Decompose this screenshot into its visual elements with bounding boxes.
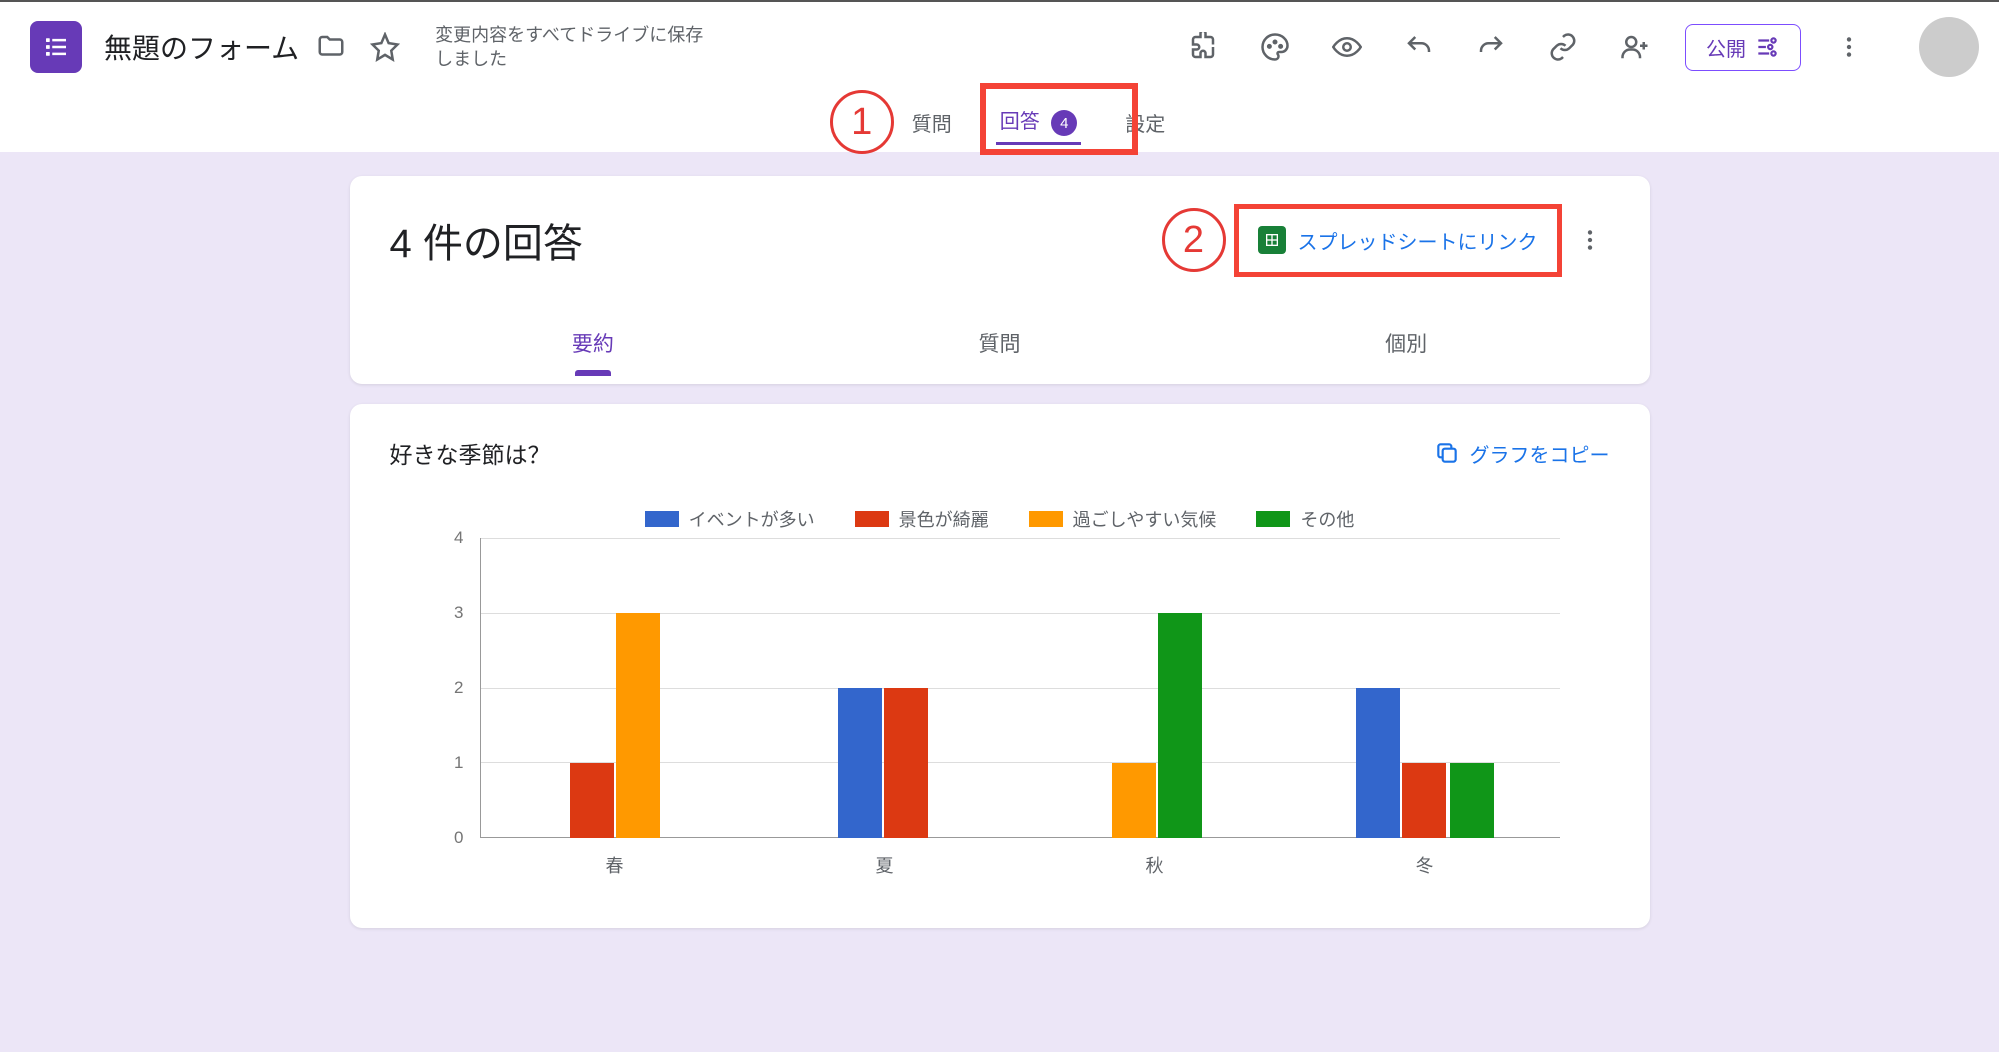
publish-button-label: 公開 [1706,33,1746,62]
annotation-one-circle: 1 [830,90,894,154]
chart-bar[interactable] [1112,763,1156,838]
header-more-icon[interactable] [1829,27,1869,67]
tab-responses[interactable]: 回答 4 [996,99,1082,146]
x-axis-label: 春 [480,844,750,878]
bar-group [1290,538,1560,838]
x-axis-label: 秋 [1020,844,1290,878]
google-forms-logo[interactable] [30,21,82,73]
bar-group [480,538,750,838]
preview-eye-icon[interactable] [1325,25,1369,69]
y-axis-tick: 0 [454,828,463,848]
responses-card: 4 件の回答 2 スプレッドシートにリンク 要約 [350,176,1650,384]
chart-bar[interactable] [1356,688,1400,838]
legend-swatch [1256,511,1290,527]
copy-chart-button[interactable]: グラフをコピー [1434,439,1610,468]
main-nav-row: 1 質問 回答 4 設定 [0,92,1999,152]
chart-bar[interactable] [616,613,660,838]
palette-icon[interactable] [1253,25,1297,69]
chart-legend: イベントが多い 景色が綺麗 過ごしやすい気候 その他 [390,506,1610,532]
legend-swatch [1029,511,1063,527]
responses-subtab-summary[interactable]: 要約 [567,318,619,374]
legend-swatch [855,511,889,527]
form-title[interactable]: 無題のフォーム [104,27,299,67]
redo-icon[interactable] [1469,25,1513,69]
legend-label: その他 [1300,506,1354,532]
y-axis-tick: 1 [454,753,463,773]
chart-bar[interactable] [1402,763,1446,838]
add-collaborator-icon[interactable] [1613,25,1657,69]
link-icon[interactable] [1541,25,1585,69]
chart-bar[interactable] [838,688,882,838]
legend-item[interactable]: その他 [1256,506,1354,532]
chart-card: 好きな季節は？ グラフをコピー イベントが多い景色が綺麗過ごしやすい気候その他 … [350,404,1650,928]
bar-group [750,538,1020,838]
legend-item[interactable]: 景色が綺麗 [855,506,989,532]
legend-swatch [645,511,679,527]
chart-question-title: 好きな季節は？ [390,436,551,470]
copy-chart-label: グラフをコピー [1470,439,1610,468]
annotation-two-circle: 2 [1162,208,1226,272]
responses-count-badge: 4 [1051,110,1077,136]
link-to-sheets-button[interactable]: スプレッドシートにリンク [1244,218,1552,263]
undo-icon[interactable] [1397,25,1441,69]
chart-bar[interactable] [884,688,928,838]
y-axis-tick: 2 [454,678,463,698]
page-body: 4 件の回答 2 スプレッドシートにリンク 要約 [0,152,1999,1052]
addon-icon[interactable] [1181,25,1225,69]
legend-label: イベントが多い [689,506,815,532]
sheets-link-label: スプレッドシートにリンク [1298,226,1538,255]
bar-group [1020,538,1290,838]
chart-bar[interactable] [570,763,614,838]
x-axis-label: 夏 [750,844,1020,878]
tab-settings[interactable]: 設定 [1121,102,1169,143]
tab-questions[interactable]: 質問 [908,102,956,143]
tab-responses-label: 回答 [1000,111,1040,133]
responses-title: 4 件の回答 [390,211,583,269]
responses-more-icon[interactable] [1570,220,1610,260]
y-axis-tick: 3 [454,603,463,623]
legend-label: 過ごしやすい気候 [1073,506,1217,532]
legend-item[interactable]: 過ごしやすい気候 [1029,506,1217,532]
header-action-row: 公開 [1181,24,1869,71]
app-header: 無題のフォーム 変更内容をすべてドライブに保存しました 公開 [0,2,1999,92]
responses-subtab-individual[interactable]: 個別 [1380,318,1432,374]
legend-item[interactable]: イベントが多い [645,506,815,532]
chart-bar[interactable] [1450,763,1494,838]
google-sheets-icon [1258,226,1286,254]
chart-bar[interactable] [1158,613,1202,838]
x-axis-label: 冬 [1290,844,1560,878]
account-avatar[interactable] [1919,17,1979,77]
responses-subtab-question[interactable]: 質問 [973,318,1025,374]
folder-icon[interactable] [309,25,353,69]
publish-button[interactable]: 公開 [1685,24,1801,71]
save-status-text: 変更内容をすべてドライブに保存しました [435,23,705,72]
y-axis-tick: 4 [454,528,463,548]
chart-plot: 01234 春夏秋冬 [430,538,1570,878]
legend-label: 景色が綺麗 [899,506,989,532]
star-icon[interactable] [363,25,407,69]
